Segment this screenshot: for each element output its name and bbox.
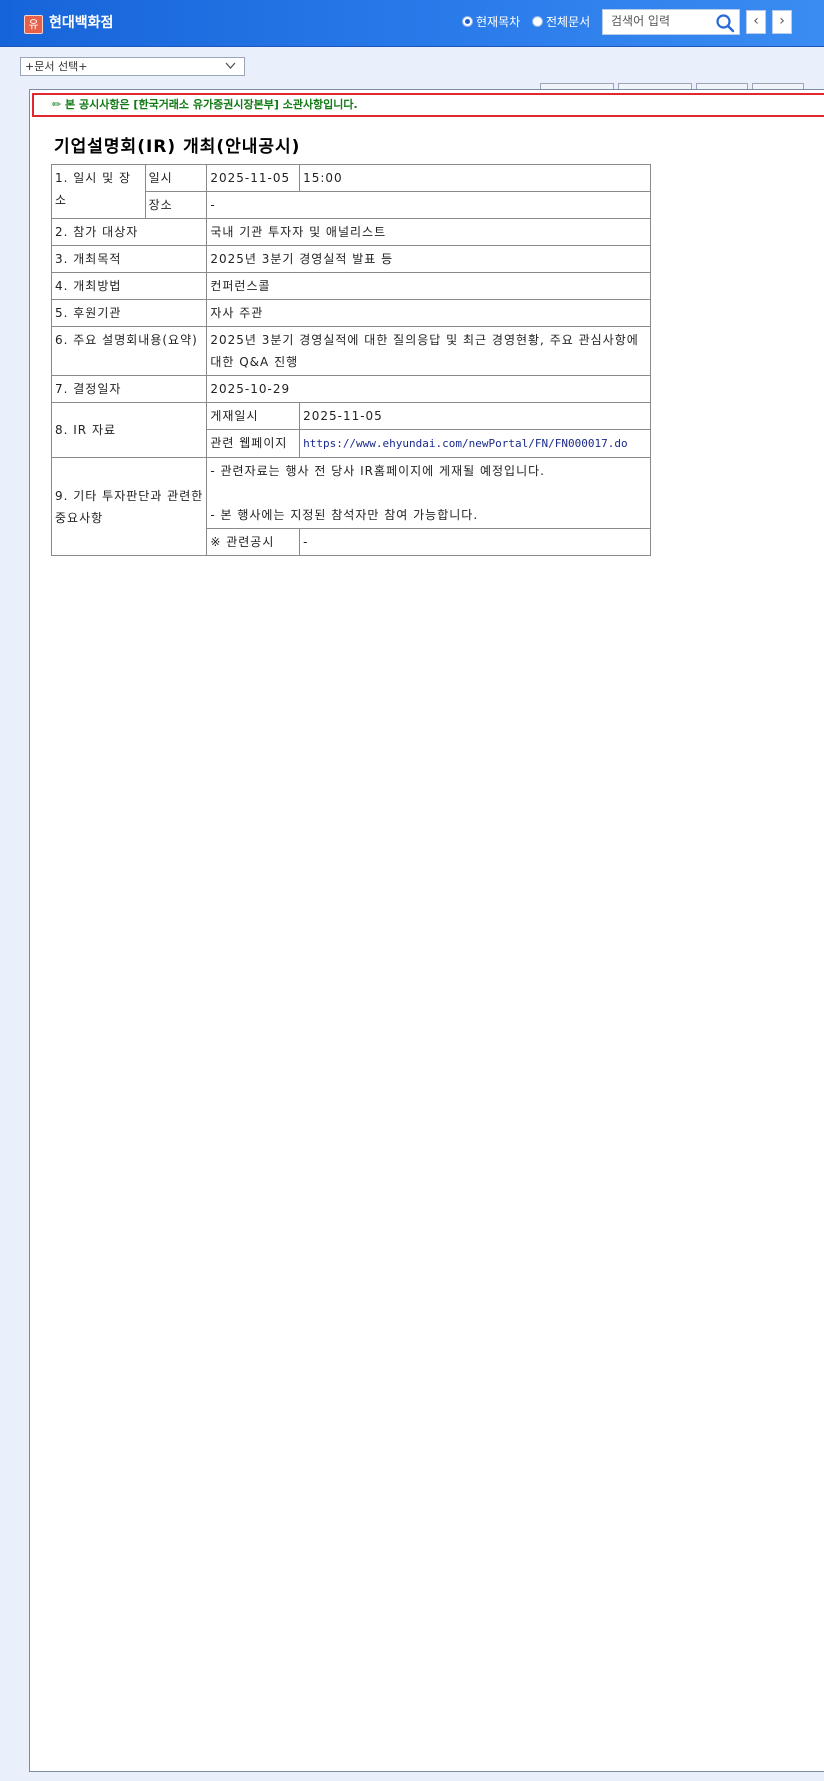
radio-current-toc-icon[interactable] (462, 16, 473, 27)
row-3-label: 3. 개최목적 (50, 245, 208, 273)
row-1-time: 15:00 (299, 164, 651, 192)
row-4-label: 4. 개최방법 (50, 272, 208, 300)
document-select[interactable]: +문서 선택+ (20, 57, 245, 76)
table-row: 5. 후원기관 자사 주관 (50, 299, 651, 327)
top-header: 유 현대백화점 현재목차 전체문서 ‹ › (0, 0, 824, 47)
row-8-web-label: 관련 웹페이지 (206, 429, 301, 458)
row-1-date: 2025-11-05 (206, 164, 301, 192)
row-6-label: 6. 주요 설명회내용(요약) (50, 326, 208, 376)
row-7-value: 2025-10-29 (206, 375, 651, 403)
table-row: 8. IR 자료 게재일시 2025-11-05 (50, 402, 651, 458)
radio-all-docs[interactable]: 전체문서 (532, 13, 590, 30)
document-select-value: +문서 선택+ (25, 60, 88, 73)
row-9-line-1: - 관련자료는 행사 전 당사 IR홈페이지에 게재될 예정입니다. (210, 464, 545, 478)
disclosure-table: 1. 일시 및 장소 일시 2025-11-05 15:00 장소 - 2. 참… (50, 164, 651, 556)
row-7-label: 7. 결정일자 (50, 375, 208, 403)
company-logo-icon: 유 (24, 15, 43, 34)
jurisdiction-notice: ✏ 본 공시사항은 [한국거래소 유가증권시장본부] 소관사항입니다. (32, 93, 824, 117)
company-title: 현대백화점 (49, 15, 114, 31)
row-8-post-label: 게재일시 (206, 402, 301, 430)
table-row: 4. 개최방법 컨퍼런스콜 (50, 272, 651, 300)
row-1-label: 1. 일시 및 장소 (51, 164, 146, 219)
ir-webpage-link[interactable]: https://www.ehyundai.com/newPortal/FN/FN… (303, 437, 628, 450)
row-1-place: - (206, 191, 651, 219)
table-row: 9. 기타 투자판단과 관련한 중요사항 - 관련자료는 행사 전 당사 IR홈… (50, 457, 651, 556)
chevron-down-icon (225, 62, 236, 69)
radio-current-toc-label[interactable]: 현재목차 (476, 13, 520, 30)
radio-all-docs-label[interactable]: 전체문서 (546, 13, 590, 30)
row-4-value: 컨퍼런스콜 (206, 272, 651, 300)
radio-all-docs-icon[interactable] (532, 16, 543, 27)
row-8-post-value: 2025-11-05 (299, 402, 651, 430)
table-row: 3. 개최목적 2025년 3분기 경영실적 발표 등 (50, 245, 651, 273)
search-box (602, 9, 740, 35)
table-row: 1. 일시 및 장소 일시 2025-11-05 15:00 (51, 164, 651, 219)
radio-current-toc[interactable]: 현재목차 (462, 13, 520, 30)
row-1-date-label: 일시 (144, 164, 208, 192)
row-9-related-value: - (299, 528, 651, 556)
row-8-label: 8. IR 자료 (50, 402, 208, 458)
row-2-label: 2. 참가 대상자 (50, 218, 208, 246)
prev-button[interactable]: ‹ (746, 10, 766, 34)
table-row: 2. 참가 대상자 국내 기관 투자자 및 애널리스트 (50, 218, 651, 246)
row-3-value: 2025년 3분기 경영실적 발표 등 (206, 245, 651, 273)
row-6-value: 2025년 3분기 경영실적에 대한 질의응답 및 최근 경영현황, 주요 관심… (206, 326, 651, 376)
document-frame: ✏ 본 공시사항은 [한국거래소 유가증권시장본부] 소관사항입니다. 기업설명… (29, 89, 824, 1772)
row-9-related-label: ※ 관련공시 (206, 528, 301, 556)
document-title: 기업설명회(IR) 개최(안내공시) (54, 137, 301, 157)
row-5-label: 5. 후원기관 (50, 299, 208, 327)
next-button[interactable]: › (772, 10, 792, 34)
row-9-notes: - 관련자료는 행사 전 당사 IR홈페이지에 게재될 예정입니다. - 본 행… (206, 457, 651, 529)
row-9-label: 9. 기타 투자판단과 관련한 중요사항 (50, 457, 208, 556)
row-1-place-label: 장소 (144, 191, 208, 219)
search-icon[interactable] (715, 13, 735, 33)
search-input[interactable] (603, 10, 715, 32)
table-row: 6. 주요 설명회내용(요약) 2025년 3분기 경영실적에 대한 질의응답 … (50, 326, 651, 376)
row-2-value: 국내 기관 투자자 및 애널리스트 (206, 218, 651, 246)
row-5-value: 자사 주관 (206, 299, 651, 327)
table-row: 7. 결정일자 2025-10-29 (50, 375, 651, 403)
row-9-line-2: - 본 행사에는 지정된 참석자만 참여 가능합니다. (210, 508, 479, 522)
